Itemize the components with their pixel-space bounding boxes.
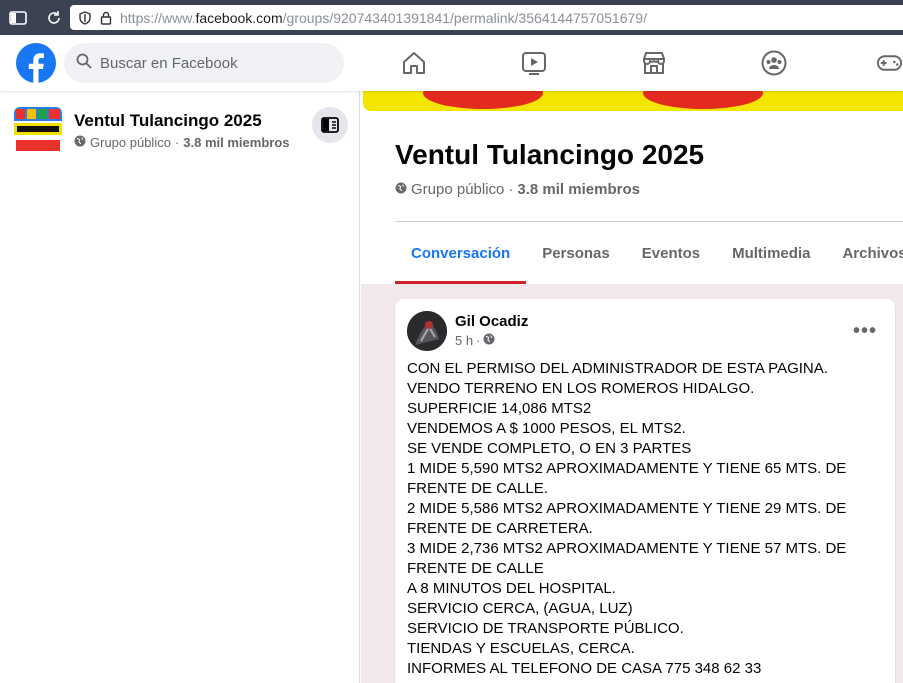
sidebar-members[interactable]: 3.8 mil miembros	[183, 135, 289, 150]
post-card: Gil Ocadiz 5 h · ••• CON EL PERMISO DEL …	[395, 299, 895, 683]
group-header: Ventul Tulancingo 2025 Grupo público · 3…	[361, 91, 903, 284]
avatar[interactable]	[407, 311, 447, 351]
marketplace-icon[interactable]	[640, 49, 668, 77]
tab-archivos[interactable]: Archivos	[826, 222, 903, 284]
sidebar-privacy: Grupo público	[90, 135, 171, 150]
group-main: Ventul Tulancingo 2025 Grupo público · 3…	[361, 91, 903, 683]
group-meta: Grupo público · 3.8 mil miembros	[395, 181, 640, 198]
post-separator: ·	[476, 333, 481, 348]
post-line: VENDO TERRENO EN LOS ROMEROS HIDALGO.	[407, 380, 755, 397]
url-path: /groups/920743401391841/permalink/356414…	[282, 9, 647, 26]
post-line: 1 MIDE 5,590 MTS2 APROXIMADAMENTE Y TIEN…	[407, 460, 847, 497]
globe-icon	[395, 181, 407, 198]
gaming-icon[interactable]	[876, 49, 903, 77]
sidebar-group-meta: Grupo público · 3.8 mil miembros	[74, 135, 290, 150]
globe-icon	[74, 135, 86, 150]
search-input[interactable]	[100, 54, 320, 72]
home-icon[interactable]	[400, 49, 428, 77]
globe-icon	[483, 333, 495, 348]
post-line: 3 MIDE 2,736 MTS2 APROXIMADAMENTE Y TIEN…	[407, 540, 847, 577]
post-timestamp: 5 h ·	[455, 333, 495, 348]
post-line: TIENDAS Y ESCUELAS, CERCA.	[407, 640, 635, 657]
post-line: SUPERFICIE 14,086 MTS2	[407, 400, 592, 417]
post-options-button[interactable]: •••	[847, 313, 883, 349]
group-separator: ·	[508, 181, 514, 198]
groups-icon[interactable]	[760, 49, 788, 77]
panel-toggle-icon	[321, 117, 339, 133]
post-author[interactable]: Gil Ocadiz	[455, 313, 528, 330]
group-members[interactable]: 3.8 mil miembros	[517, 181, 640, 198]
search-icon	[76, 53, 92, 74]
group-sidebar: Ventul Tulancingo 2025 Grupo público · 3…	[0, 91, 360, 683]
url-domain: facebook.com	[195, 9, 283, 26]
collapse-sidebar-button[interactable]	[312, 107, 348, 143]
shield-icon	[78, 10, 92, 25]
post-line: SERVICIO DE TRANSPORTE PÚBLICO.	[407, 620, 684, 637]
watch-icon[interactable]	[520, 49, 548, 77]
address-bar[interactable]: https://www. facebook.com/groups/92074340…	[70, 5, 903, 30]
post-text: CON EL PERMISO DEL ADMINISTRADOR DE ESTA…	[407, 359, 883, 679]
tab-multimedia[interactable]: Multimedia	[716, 222, 826, 284]
tab-conversacion[interactable]: Conversación	[395, 222, 527, 284]
post-line: SERVICIO CERCA, (AGUA, LUZ)	[407, 600, 633, 617]
post-line: CON EL PERMISO DEL ADMINISTRADOR DE ESTA…	[407, 360, 828, 377]
browser-toolbar: https://www. facebook.com/groups/92074340…	[0, 0, 903, 35]
group-privacy: Grupo público	[411, 181, 505, 198]
tab-eventos[interactable]: Eventos	[626, 222, 716, 284]
reload-icon[interactable]	[40, 4, 68, 32]
post-time[interactable]: 5 h	[455, 333, 473, 348]
facebook-header	[0, 35, 903, 91]
group-tabs: Conversación Personas Eventos Multimedia…	[395, 222, 903, 284]
post-line: SE VENDE COMPLETO, O EN 3 PARTES	[407, 440, 692, 457]
cover-photo[interactable]	[363, 91, 903, 111]
sidebar-group-name[interactable]: Ventul Tulancingo 2025	[74, 111, 262, 131]
post-line: INFORMES AL TELEFONO DE CASA 775 348 62 …	[407, 660, 762, 677]
group-thumbnail[interactable]	[14, 107, 62, 155]
sidebar-separator: ·	[174, 135, 180, 150]
post-line: VENDEMOS A $ 1000 PESOS, EL MTS2.	[407, 420, 686, 437]
search-box[interactable]	[64, 43, 344, 83]
url-prefix: https://www.	[120, 9, 196, 26]
lock-icon	[100, 11, 112, 25]
facebook-logo-icon[interactable]	[16, 43, 56, 83]
post-line: A 8 MINUTOS DEL HOSPITAL.	[407, 580, 616, 597]
post-line: 2 MIDE 5,586 MTS2 APROXIMADAMENTE Y TIEN…	[407, 500, 847, 537]
tab-personas[interactable]: Personas	[526, 222, 626, 284]
sidebar-toggle-icon[interactable]	[4, 4, 32, 32]
page-title: Ventul Tulancingo 2025	[395, 139, 705, 170]
